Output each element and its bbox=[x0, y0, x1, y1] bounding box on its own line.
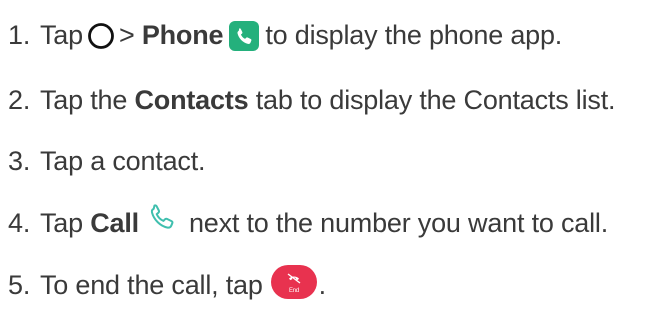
call-handset-icon bbox=[147, 201, 179, 233]
instruction-steps: 1. Tap > Phone to display the phone app.… bbox=[0, 0, 669, 326]
phone-app-icon bbox=[229, 20, 260, 51]
step-5: 5. To end the call, tap End . bbox=[8, 264, 327, 301]
step-text: tab to display the Contacts list. bbox=[255, 85, 616, 115]
step-text: next to the number you want to call. bbox=[188, 208, 609, 238]
step-number: 4. bbox=[8, 208, 31, 238]
step-text: Tap bbox=[40, 20, 83, 50]
step-1: 1. Tap > Phone to display the phone app. bbox=[8, 20, 562, 51]
step-text: Tap a contact. bbox=[40, 146, 206, 176]
step-2: 2. Tap the Contacts tab to display the C… bbox=[8, 85, 616, 116]
step-text: to display the phone app. bbox=[265, 20, 563, 50]
step-number: 2. bbox=[8, 85, 31, 115]
call-label: Call bbox=[90, 208, 139, 238]
end-call-icon: End bbox=[270, 264, 317, 299]
step-text: . bbox=[318, 270, 327, 300]
step-number: 5. bbox=[8, 270, 31, 300]
phone-label: Phone bbox=[141, 20, 224, 50]
step-4: 4. Tap Call next to the number you want … bbox=[8, 203, 609, 239]
end-call-label: End bbox=[289, 288, 299, 294]
step-number: 3. bbox=[8, 146, 31, 176]
step-number: 1. bbox=[8, 20, 31, 50]
step-3: 3. Tap a contact. bbox=[8, 146, 206, 177]
step-text: To end the call, tap bbox=[40, 270, 263, 300]
step-text: Tap bbox=[40, 208, 83, 238]
contacts-label: Contacts bbox=[134, 85, 249, 115]
home-circle-icon bbox=[87, 22, 115, 50]
step-text: Tap the bbox=[40, 85, 128, 115]
step-text: > bbox=[118, 20, 135, 50]
